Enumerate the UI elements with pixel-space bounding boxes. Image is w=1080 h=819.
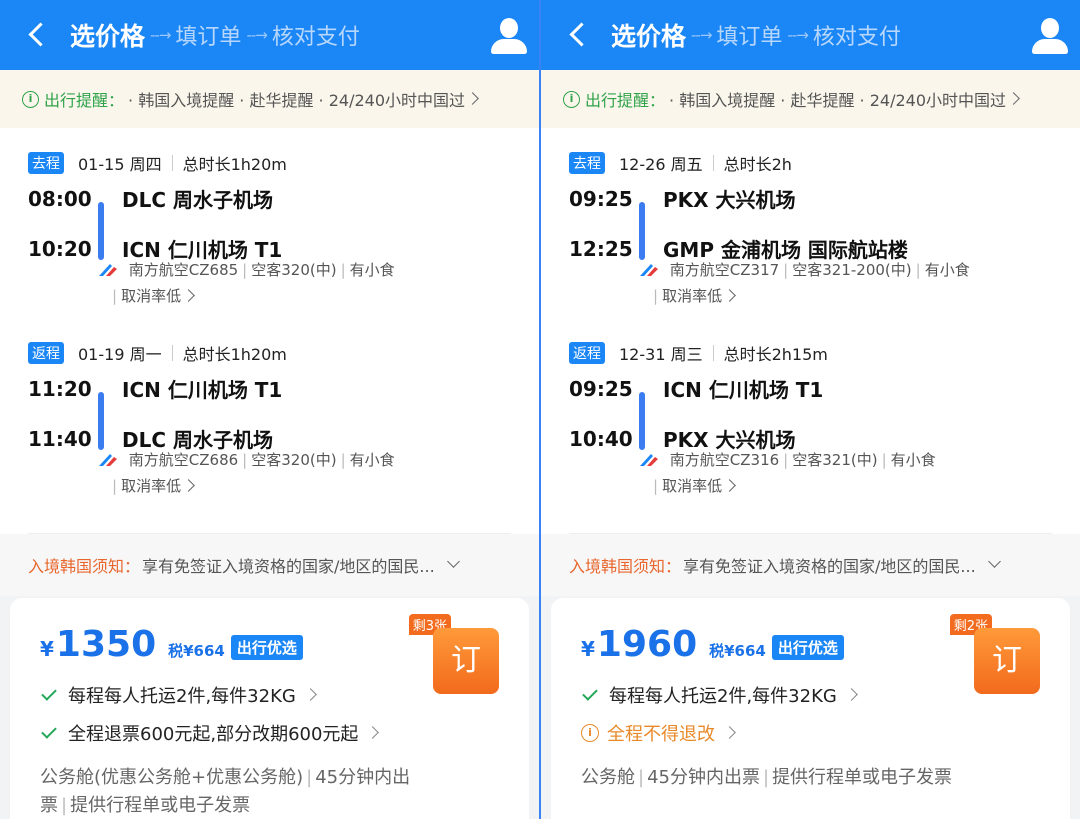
chevron-right-icon [466, 91, 479, 105]
reminder-text: · 韩国入境提醒 · 赴华提醒 · 24/240小时中国过 [128, 91, 466, 110]
price-card: ¥ 1350 税¥664 出行优选 剩3张 订 每程每人托运2件,每件32KG … [10, 598, 529, 819]
leg-date: 01-15 周四 [78, 155, 162, 174]
top-header: 选价格 --→ 填订单 --→ 核对支付 [0, 0, 539, 70]
flight-meta: 南方航空CZ317 | 空客321-200(中) | 有小食 | 取消率低 [639, 257, 970, 309]
step-arrow: --→ [150, 26, 171, 44]
outbound-leg: 去程 12-26 周五 总时长2h 09:25 PKX 大兴机场 12:25 G… [541, 148, 1080, 338]
cancel-rate-link[interactable]: | 取消率低 [108, 283, 395, 309]
user-icon[interactable] [1032, 18, 1068, 54]
cabin-info: 公务舱(优惠公务舱+优惠公务舱) | 45分钟内出 票 | 提供行程单或电子发票 [40, 767, 411, 816]
check-icon [41, 723, 57, 739]
chevron-left-icon[interactable] [565, 21, 593, 49]
entry-notice[interactable]: 入境韩国须知 ： 享有免签证入境资格的国家/地区的国民... [541, 534, 1080, 596]
price-card: ¥ 1960 税¥664 出行优选 剩2张 订 每程每人托运2件,每件32KG … [551, 598, 1070, 819]
tax-value: 税¥664 [709, 642, 766, 660]
book-button[interactable]: 订 [974, 628, 1040, 694]
left-panel: 选价格 --→ 填订单 --→ 核对支付 i 出行提醒 ： · 韩国入境提醒 ·… [0, 0, 541, 819]
flight-meta: 南方航空CZ316 | 空客321(中) | 有小食 | 取消率低 [639, 447, 936, 499]
step-current: 选价格 [70, 22, 146, 51]
flight-details: 去程 01-15 周四 总时长1h20m 08:00 DLC 周水子机场 10:… [0, 128, 539, 534]
flight-meta: 南方航空CZ685 | 空客320(中) | 有小食 | 取消率低 [98, 257, 395, 309]
step-fill-order: 填订单 [716, 25, 783, 50]
baggage-rule[interactable]: 每程每人托运2件,每件32KG [581, 676, 1040, 714]
leg-duration: 总时长1h20m [182, 345, 287, 364]
step-current: 选价格 [611, 22, 687, 51]
leg-duration: 总时长1h20m [182, 155, 287, 174]
baggage-rule[interactable]: 每程每人托运2件,每件32KG [40, 676, 499, 714]
preferred-badge: 出行优选 [771, 635, 844, 660]
right-panel: 选价格 --→ 填订单 --→ 核对支付 i 出行提醒 ： · 韩国入境提醒 ·… [541, 0, 1080, 819]
chevron-down-icon [446, 554, 460, 568]
divider [569, 533, 1052, 534]
entry-notice[interactable]: 入境韩国须知 ： 享有免签证入境资格的国家/地区的国民... [0, 534, 539, 596]
check-icon [582, 685, 598, 701]
top-header: 选价格 --→ 填订单 --→ 核对支付 [541, 0, 1080, 70]
refund-rule[interactable]: 全程退票600元起,部分改期600元起 [40, 714, 499, 752]
preferred-badge: 出行优选 [230, 635, 303, 660]
cancel-rate-link[interactable]: | 取消率低 [649, 283, 970, 309]
chevron-down-icon [987, 554, 1001, 568]
departure-row: 09:25 PKX 大兴机场 [569, 186, 796, 213]
china-southern-logo-icon [99, 454, 117, 466]
step-breadcrumb: 选价格 --→ 填订单 --→ 核对支付 [70, 17, 360, 53]
step-pay: 核对支付 [812, 25, 901, 50]
chevron-left-icon[interactable] [24, 21, 52, 49]
departure-row: 11:20 ICN 仁川机场 T1 [28, 376, 283, 403]
user-icon[interactable] [491, 18, 527, 54]
step-breadcrumb: 选价格 --→ 填订单 --→ 核对支付 [611, 17, 901, 53]
info-icon: i [563, 90, 580, 108]
book-button[interactable]: 订 [433, 628, 499, 694]
outbound-leg: 去程 01-15 周四 总时长1h20m 08:00 DLC 周水子机场 10:… [0, 148, 539, 338]
tax-value: 税¥664 [168, 642, 225, 660]
return-leg: 返程 01-19 周一 总时长1h20m 11:20 ICN 仁川机场 T1 1… [0, 338, 539, 528]
price-value: 1960 [596, 624, 698, 665]
refund-rule[interactable]: i 全程不得退改 [581, 714, 1040, 752]
leg-date: 01-19 周一 [78, 345, 162, 364]
china-southern-logo-icon [640, 264, 658, 276]
step-fill-order: 填订单 [175, 25, 242, 50]
cancel-rate-link[interactable]: | 取消率低 [649, 473, 936, 499]
flight-details: 去程 12-26 周五 总时长2h 09:25 PKX 大兴机场 12:25 G… [541, 128, 1080, 534]
reminder-title: 出行提醒 [44, 91, 109, 110]
return-leg: 返程 12-31 周三 总时长2h15m 09:25 ICN 仁川机场 T1 1… [541, 338, 1080, 528]
departure-row: 08:00 DLC 周水子机场 [28, 186, 273, 213]
flight-meta: 南方航空CZ686 | 空客320(中) | 有小食 | 取消率低 [98, 447, 395, 499]
chevron-right-icon [1007, 91, 1020, 105]
travel-reminder[interactable]: i 出行提醒 ： · 韩国入境提醒 · 赴华提醒 · 24/240小时中国过 [541, 70, 1080, 128]
outbound-tag: 去程 [28, 152, 64, 174]
china-southern-logo-icon [99, 264, 117, 276]
info-icon: i [581, 724, 599, 742]
step-pay: 核对支付 [271, 25, 360, 50]
info-icon: i [22, 90, 39, 108]
divider [28, 533, 511, 534]
cancel-rate-link[interactable]: | 取消率低 [108, 473, 395, 499]
departure-row: 09:25 ICN 仁川机场 T1 [569, 376, 824, 403]
screenshot-root: 选价格 --→ 填订单 --→ 核对支付 i 出行提醒 ： · 韩国入境提醒 ·… [0, 0, 1080, 819]
check-icon [41, 685, 57, 701]
cabin-info: 公务舱 | 45分钟内出票 | 提供行程单或电子发票 [581, 767, 953, 788]
return-tag: 返程 [28, 342, 64, 364]
price-value: 1350 [55, 624, 157, 665]
travel-reminder[interactable]: i 出行提醒 ： · 韩国入境提醒 · 赴华提醒 · 24/240小时中国过 [0, 70, 539, 128]
china-southern-logo-icon [640, 454, 658, 466]
step-arrow: --→ [246, 26, 267, 44]
